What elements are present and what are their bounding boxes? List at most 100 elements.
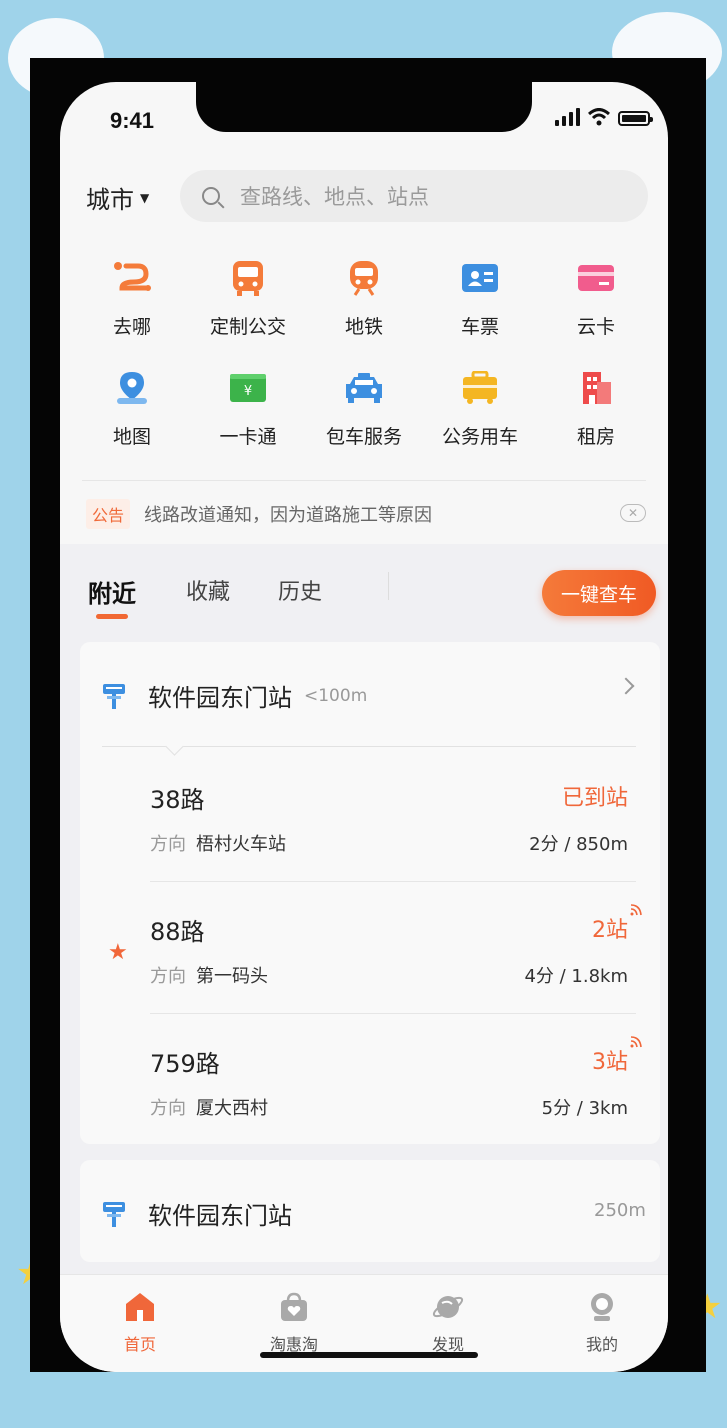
card-icon [576, 258, 616, 298]
battery-icon [618, 111, 653, 126]
action-label: 定制公交 [209, 316, 286, 338]
route-name: 88路 [150, 918, 205, 946]
stop-name: 软件园东门站 [148, 684, 292, 712]
route-eta: 2分 / 850m [529, 834, 628, 855]
home-icon [126, 1293, 154, 1321]
quick-actions-row: 地图 ¥ 一卡通 包车服务 公务用车 租房 [74, 362, 654, 472]
route-icon [112, 258, 152, 298]
status-time: 9:41 [110, 108, 155, 133]
signal-icon [555, 108, 580, 126]
svg-text:¥: ¥ [244, 384, 252, 399]
notice-bar[interactable]: 公告 线路改道通知，因为道路施工等原因 ✕ [86, 498, 646, 530]
stop-header: 软件园东门站 [102, 1196, 292, 1231]
profile-icon [591, 1293, 613, 1321]
favorite-star-icon[interactable]: ★ [108, 940, 128, 965]
top-bar: 城市 ▼ 查路线、地点、站点 [60, 170, 668, 222]
stop-card: 软件园东门站 <100m 38路 方向 梧村火车站 已到站 2分 / 850m ★… [80, 642, 660, 1144]
action-custom-bus[interactable]: 定制公交 [190, 252, 306, 362]
action-map[interactable]: 地图 [74, 362, 190, 472]
route-eta: 4分 / 1.8km [524, 966, 628, 987]
action-label: 一卡通 [219, 426, 277, 448]
wifi-icon [588, 108, 610, 126]
phone-notch [196, 82, 532, 132]
planet-icon [432, 1296, 464, 1318]
metro-icon [344, 258, 384, 298]
caret-down-icon: ▼ [140, 190, 150, 205]
bus-stop-sign-icon [102, 682, 126, 710]
action-label: 地图 [112, 426, 151, 448]
taxi-icon [344, 368, 384, 408]
action-qu-na[interactable]: 去哪 [74, 252, 190, 362]
tab-active-indicator [96, 614, 128, 619]
chevron-right-icon[interactable] [617, 677, 635, 695]
notice-tag: 公告 [86, 499, 131, 529]
action-label: 租房 [576, 426, 615, 448]
nav-label: 我的 [585, 1335, 618, 1354]
live-signal-icon [630, 904, 642, 916]
route-status: 3站 [592, 1036, 642, 1076]
stop-distance: 250m [594, 1200, 646, 1221]
city-selector[interactable]: 城市 ▼ [86, 180, 149, 215]
tab-favorites[interactable]: 收藏 [186, 574, 230, 606]
close-icon[interactable]: ✕ [620, 504, 646, 522]
status-icons [555, 108, 653, 126]
route-eta: 5分 / 3km [541, 1098, 628, 1119]
route-row[interactable]: ★ 88路 方向 第一码头 2站 4分 / 1.8km [80, 882, 660, 1014]
route-row[interactable]: 38路 方向 梧村火车站 已到站 2分 / 850m [80, 750, 660, 882]
search-icon [202, 187, 220, 205]
action-label: 地铁 [344, 316, 383, 338]
action-rent-house[interactable]: 租房 [538, 362, 654, 472]
nav-deals[interactable]: 淘惠淘 [254, 1291, 334, 1355]
quick-actions-row: 去哪 定制公交 地铁 车票 云卡 [74, 252, 654, 362]
nearby-section: 附近 收藏 历史 一键查车 软件园东门站 <100m 38路 方向 梧村火车站 已… [60, 544, 668, 1274]
action-official-car[interactable]: 公务用车 [422, 362, 538, 472]
route-direction: 方向 厦大西村 [150, 1098, 268, 1119]
route-status: 2站 [592, 904, 642, 944]
notice-text: 线路改道通知，因为道路施工等原因 [144, 505, 433, 526]
action-label: 包车服务 [325, 426, 402, 448]
tab-history[interactable]: 历史 [278, 574, 322, 606]
action-label: 公务用车 [441, 426, 518, 448]
action-metro[interactable]: 地铁 [306, 252, 422, 362]
search-input[interactable]: 查路线、地点、站点 [180, 170, 648, 222]
bus-icon [228, 258, 268, 298]
nav-label: 首页 [123, 1335, 156, 1354]
stop-distance: <100m [304, 685, 368, 706]
stop-header[interactable]: 软件园东门站 <100m [102, 678, 367, 713]
action-label: 车票 [460, 316, 499, 338]
building-icon [576, 368, 616, 408]
action-label: 去哪 [112, 316, 151, 338]
route-name: 38路 [150, 786, 205, 814]
action-charter[interactable]: 包车服务 [306, 362, 422, 472]
ticket-icon [460, 258, 500, 298]
tab-separator [388, 572, 389, 600]
action-ticket[interactable]: 车票 [422, 252, 538, 362]
quick-actions-grid: 去哪 定制公交 地铁 车票 云卡 地图 ¥ 一卡通 包车服务 公务用车 租房 [74, 252, 654, 472]
divider [82, 480, 646, 481]
bus-stop-sign-icon [102, 1200, 126, 1228]
city-label: 城市 [86, 186, 134, 214]
stop-card[interactable]: 软件园东门站 250m [80, 1160, 660, 1262]
shopping-bag-icon [281, 1292, 307, 1321]
nav-home[interactable]: 首页 [100, 1291, 180, 1355]
nav-profile[interactable]: 我的 [562, 1291, 642, 1355]
live-signal-icon [630, 1036, 642, 1048]
route-direction: 方向 第一码头 [150, 966, 268, 987]
action-label: 云卡 [576, 316, 615, 338]
action-cloud-card[interactable]: 云卡 [538, 252, 654, 362]
quick-check-bus-button[interactable]: 一键查车 [542, 570, 656, 616]
route-row[interactable]: 759路 方向 厦大西村 3站 5分 / 3km [80, 1014, 660, 1146]
tab-bar: 附近 收藏 历史 一键查车 [60, 544, 668, 640]
action-transit-card[interactable]: ¥ 一卡通 [190, 362, 306, 472]
app-screen: 9:41 城市 ▼ 查路线、地点、站点 去哪 定制公交 地铁 车票 云卡 地图 … [60, 82, 668, 1372]
map-pin-icon [112, 368, 152, 408]
stop-name: 软件园东门站 [148, 1202, 292, 1230]
route-direction: 方向 梧村火车站 [150, 834, 286, 855]
search-placeholder: 查路线、地点、站点 [240, 185, 429, 209]
briefcase-car-icon [460, 368, 500, 408]
tab-nearby[interactable]: 附近 [88, 574, 136, 609]
nav-discover[interactable]: 发现 [408, 1291, 488, 1355]
home-indicator [260, 1352, 478, 1358]
route-status: 已到站 [561, 786, 628, 811]
cash-card-icon: ¥ [228, 368, 268, 408]
